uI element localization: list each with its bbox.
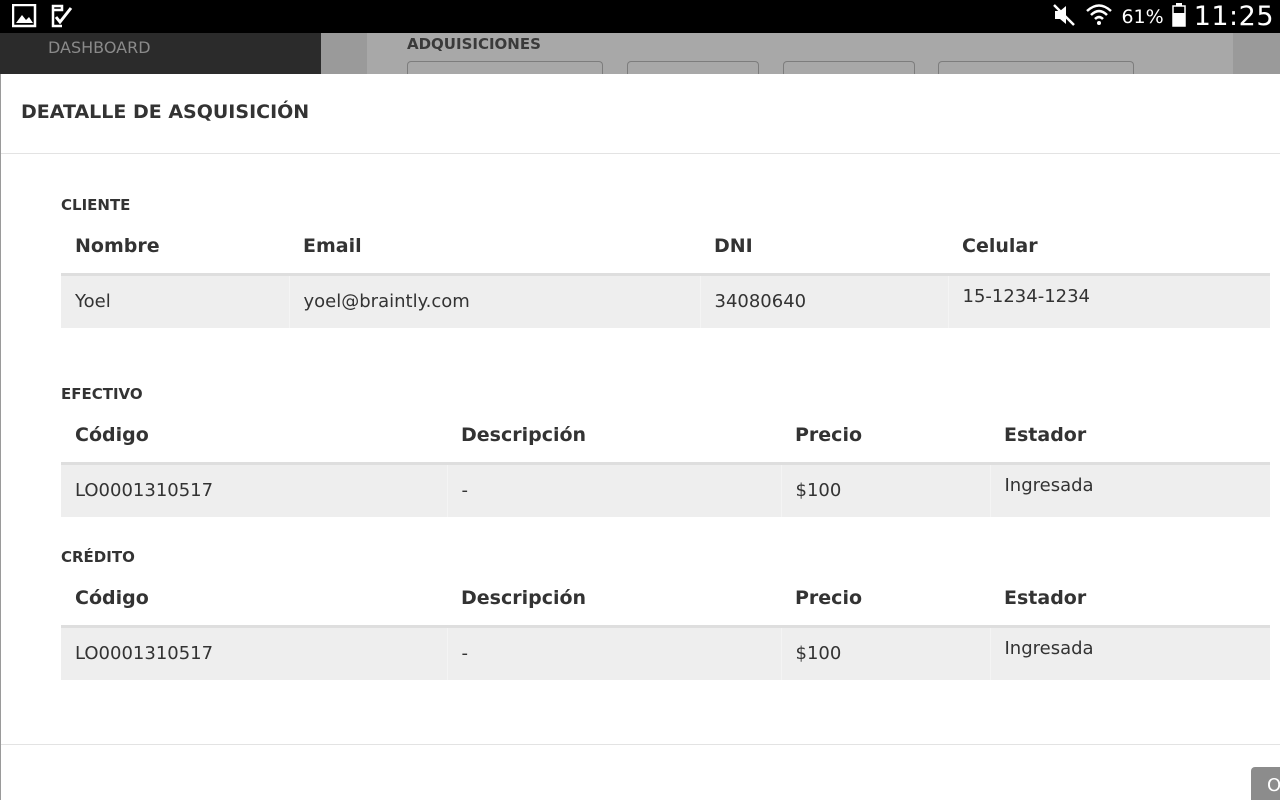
task-check-icon	[50, 4, 74, 32]
cliente-table: Nombre Email DNI Celular Yoel yoel@brain…	[61, 220, 1270, 328]
mute-icon	[1051, 2, 1077, 32]
close-button[interactable]: O	[1251, 767, 1280, 800]
table-cell: Ingresada	[989, 626, 1270, 680]
table-header-row: Código Descripción Precio Estador	[61, 572, 1270, 628]
battery-icon	[1171, 2, 1186, 31]
efectivo-table: Código Descripción Precio Estador LO0001…	[61, 409, 1270, 517]
clock: 11:25	[1193, 1, 1274, 32]
column-header: Código	[61, 409, 447, 465]
table-row: LO0001310517 - $100 Ingresada	[61, 626, 1270, 680]
gallery-icon	[11, 3, 38, 32]
table-header-row: Código Descripción Precio Estador	[61, 409, 1270, 465]
column-header: Precio	[781, 572, 990, 628]
modal-header: DEATALLE DE ASQUISICIÓN	[1, 74, 1280, 154]
column-header: Estador	[990, 572, 1270, 628]
table-cell: 15-1234-1234	[947, 274, 1270, 328]
credito-table: Código Descripción Precio Estador LO0001…	[61, 572, 1270, 680]
android-status-bar: 61% 11:25	[0, 0, 1280, 33]
sidebar-item-dashboard[interactable]: DASHBOARD	[48, 38, 151, 57]
section-label-efectivo: EFECTIVO	[61, 385, 143, 403]
column-header: DNI	[700, 220, 948, 276]
table-cell: Ingresada	[989, 463, 1270, 517]
modal-title: DEATALLE DE ASQUISICIÓN	[21, 101, 310, 123]
table-cell: LO0001310517	[61, 463, 447, 517]
table-row: Yoel yoel@braintly.com 34080640 15-1234-…	[61, 274, 1270, 328]
battery-percent: 61%	[1121, 5, 1164, 28]
table-cell: LO0001310517	[61, 626, 447, 680]
table-cell: -	[446, 463, 781, 517]
table-row: LO0001310517 - $100 Ingresada	[61, 463, 1270, 517]
table-cell: $100	[780, 463, 990, 517]
column-header: Precio	[781, 409, 990, 465]
table-cell: yoel@braintly.com	[288, 274, 700, 328]
acquisition-detail-modal: DEATALLE DE ASQUISICIÓN CLIENTE Nombre E…	[1, 74, 1280, 800]
bg-panel: ADQUISICIONES	[367, 33, 1233, 77]
column-header: Celular	[948, 220, 1270, 276]
column-header: Estador	[990, 409, 1270, 465]
table-cell: Yoel	[61, 274, 289, 328]
modal-footer: O	[1, 744, 1280, 800]
column-header: Email	[289, 220, 700, 276]
column-header: Nombre	[61, 220, 289, 276]
bg-sidebar: DASHBOARD	[0, 33, 321, 74]
wifi-icon	[1085, 1, 1113, 33]
bg-panel-title: ADQUISICIONES	[407, 35, 541, 53]
column-header: Código	[61, 572, 447, 628]
section-label-cliente: CLIENTE	[61, 196, 131, 214]
table-cell: -	[446, 626, 781, 680]
section-label-credito: CRÉDITO	[61, 548, 135, 566]
table-header-row: Nombre Email DNI Celular	[61, 220, 1270, 276]
table-cell: 34080640	[699, 274, 948, 328]
column-header: Descripción	[447, 409, 781, 465]
column-header: Descripción	[447, 572, 781, 628]
table-cell: $100	[780, 626, 990, 680]
